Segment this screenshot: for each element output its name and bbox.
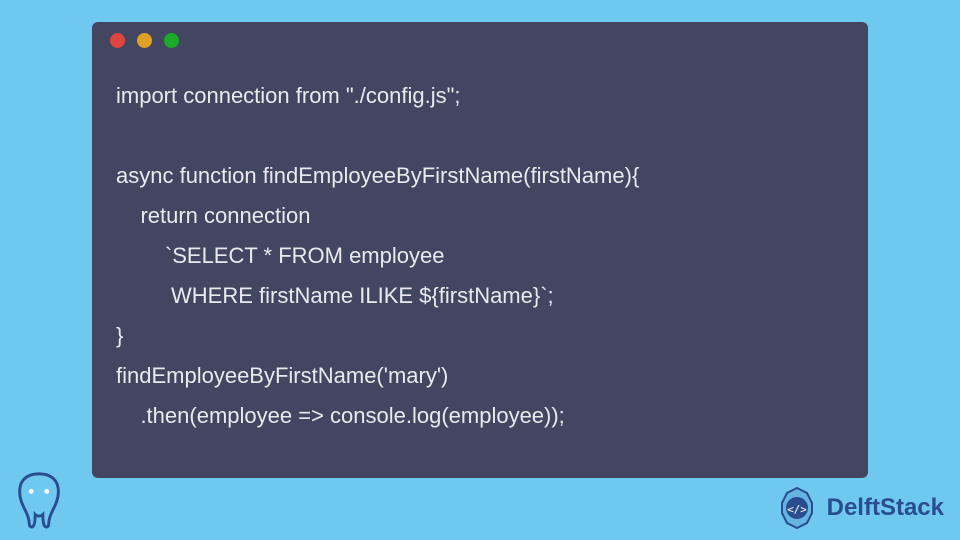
code-window: import connection from "./config.js"; as… [92, 22, 868, 478]
close-icon[interactable] [110, 33, 125, 48]
delftstack-logo-icon: </> [773, 484, 821, 532]
code-block: import connection from "./config.js"; as… [92, 58, 868, 436]
postgresql-logo-icon [8, 470, 70, 532]
delftstack-branding: </> DelftStack [773, 484, 944, 532]
delftstack-label: DelftStack [827, 494, 944, 522]
svg-text:</>: </> [787, 503, 807, 516]
maximize-icon[interactable] [164, 33, 179, 48]
window-titlebar [92, 22, 868, 58]
minimize-icon[interactable] [137, 33, 152, 48]
